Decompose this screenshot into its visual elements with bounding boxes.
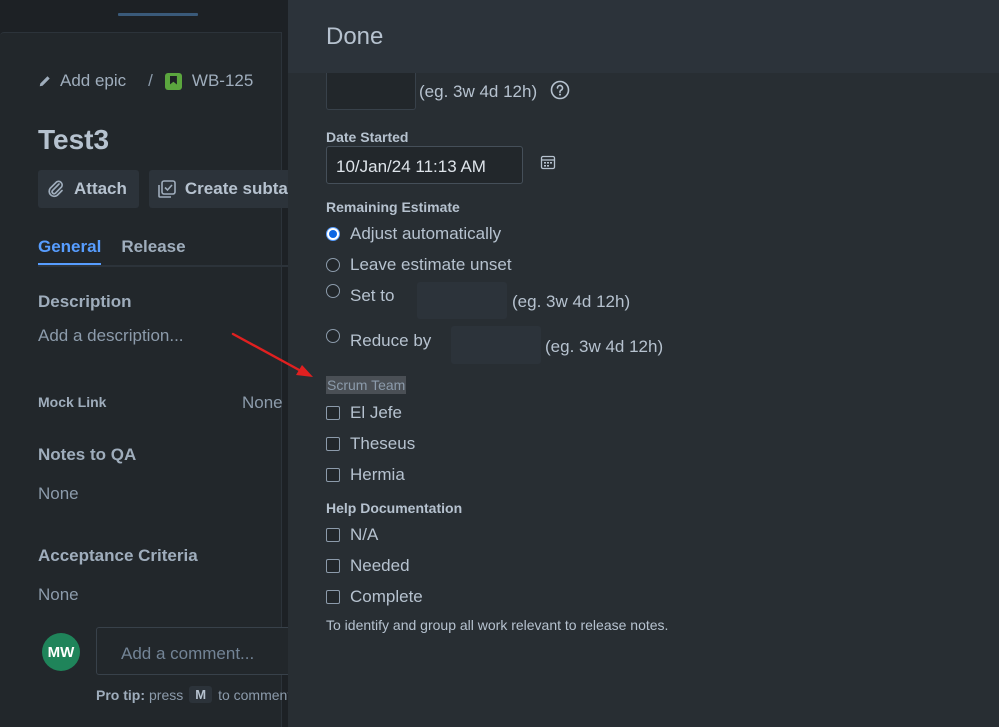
date-started-label: Date Started (326, 129, 409, 145)
tab-general[interactable]: General (38, 237, 102, 265)
keyboard-shortcut-key: M (189, 686, 213, 703)
radio-leave-estimate-unset[interactable]: Leave estimate unset (326, 255, 512, 275)
time-spent-input[interactable] (326, 73, 416, 110)
issue-action-row: Attach Create subtas (38, 170, 310, 208)
create-subtask-button[interactable]: Create subtas (148, 170, 310, 208)
date-started-input[interactable]: 10/Jan/24 11:13 AM (326, 146, 523, 184)
pro-tip-rest: to comment (218, 686, 292, 703)
tabs-divider (38, 265, 288, 267)
attach-label: Attach (74, 179, 127, 198)
checkbox-hermia[interactable]: Hermia (326, 465, 405, 485)
annotation-arrow-icon (231, 332, 313, 377)
checkbox-label: Complete (350, 587, 423, 606)
avatar[interactable]: MW (42, 633, 80, 671)
issue-tabs: General Release (38, 237, 186, 265)
story-icon (164, 72, 182, 90)
checkbox-el-jefe[interactable]: El Jefe (326, 403, 402, 423)
radio-button[interactable] (326, 284, 340, 298)
breadcrumb: Add epic / WB-125 (38, 70, 253, 92)
create-subtask-label: Create subtas (184, 179, 298, 198)
checkbox[interactable] (326, 528, 340, 542)
dialog-header: Done (288, 0, 999, 73)
calendar-icon[interactable] (540, 154, 556, 170)
add-epic-link[interactable]: Add epic (60, 71, 126, 91)
help-documentation-description: To identify and group all work relevant … (326, 617, 669, 633)
checkbox-na[interactable]: N/A (326, 525, 378, 545)
radio-button[interactable] (326, 258, 340, 272)
radio-button[interactable] (326, 329, 340, 343)
mock-link-value[interactable]: None (242, 393, 283, 413)
help-icon[interactable] (550, 80, 570, 100)
checkbox[interactable] (326, 590, 340, 604)
radio-label: Adjust automatically (350, 224, 502, 243)
acceptance-criteria-heading: Acceptance Criteria (38, 546, 198, 565)
top-tab-indicator (118, 13, 198, 16)
notes-to-qa-value[interactable]: None (38, 484, 79, 504)
scrum-team-label: Scrum Team (326, 376, 407, 394)
pro-tip-press: press (149, 686, 184, 703)
subtask-icon (158, 180, 176, 198)
pro-tip: Pro tip: press M to comment (96, 686, 291, 703)
issue-key-link[interactable]: WB-125 (192, 71, 253, 91)
radio-button-checked[interactable] (326, 227, 340, 241)
acceptance-criteria-value[interactable]: None (38, 585, 79, 605)
pro-tip-label: Pro tip: (96, 686, 145, 703)
description-heading: Description (38, 292, 132, 311)
comment-input[interactable]: Add a comment... (96, 627, 296, 675)
set-to-input[interactable] (417, 282, 507, 319)
checkbox-label: Theseus (350, 434, 416, 453)
description-placeholder[interactable]: Add a description... (38, 326, 184, 346)
checkbox-complete[interactable]: Complete (326, 587, 423, 607)
checkbox[interactable] (326, 437, 340, 451)
checkbox-theseus[interactable]: Theseus (326, 434, 415, 454)
radio-set-to[interactable]: Set to (326, 284, 395, 306)
screen: Add epic / WB-125 Test3 Attach Create su… (0, 0, 999, 727)
reduce-by-input[interactable] (451, 326, 541, 364)
checkbox-label: Hermia (350, 465, 405, 484)
remaining-estimate-label: Remaining Estimate (326, 199, 460, 215)
time-spent-hint: (eg. 3w 4d 12h) (419, 82, 538, 101)
checkbox-needed[interactable]: Needed (326, 556, 410, 576)
notes-to-qa-heading: Notes to QA (38, 445, 137, 464)
set-to-hint: (eg. 3w 4d 12h) (512, 292, 631, 311)
radio-reduce-by[interactable]: Reduce by (326, 329, 432, 351)
radio-adjust-automatically[interactable]: Adjust automatically (326, 224, 501, 244)
radio-label: Leave estimate unset (350, 255, 512, 274)
radio-label: Reduce by (350, 331, 432, 350)
attach-button[interactable]: Attach (38, 170, 139, 208)
radio-label: Set to (350, 286, 395, 305)
pencil-icon (39, 76, 50, 87)
mock-link-label: Mock Link (38, 394, 107, 410)
issue-title[interactable]: Test3 (38, 124, 109, 156)
checkbox[interactable] (326, 406, 340, 420)
reduce-by-hint: (eg. 3w 4d 12h) (545, 337, 664, 356)
dialog-title: Done (326, 23, 384, 50)
checkbox[interactable] (326, 559, 340, 573)
checkbox-label: Needed (350, 556, 410, 575)
help-documentation-label: Help Documentation (326, 500, 463, 516)
tab-release[interactable]: Release (121, 237, 185, 265)
transition-dialog: Done (eg. 3w 4d 12h) Date Started 10/Jan… (288, 0, 999, 727)
breadcrumb-separator: / (148, 71, 153, 90)
checkbox-label: El Jefe (350, 403, 402, 422)
paperclip-icon (48, 180, 63, 198)
checkbox[interactable] (326, 468, 340, 482)
checkbox-label: N/A (350, 525, 379, 544)
